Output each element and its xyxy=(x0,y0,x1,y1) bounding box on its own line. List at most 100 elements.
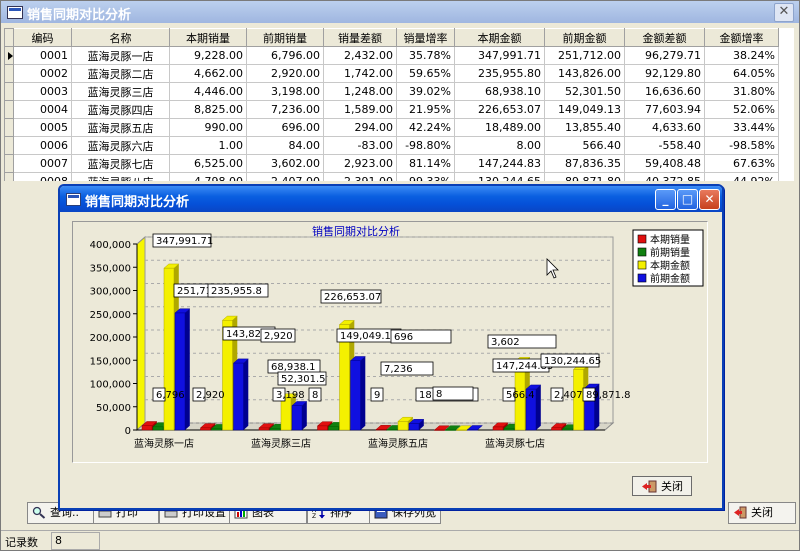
table-row[interactable]: 0008蓝海灵豚八店4,798.002,407.002,391.0099.33%… xyxy=(4,172,779,181)
table-cell[interactable]: 18,489.00 xyxy=(454,118,545,137)
bar[interactable] xyxy=(551,427,562,431)
bar[interactable] xyxy=(280,397,292,431)
table-cell[interactable]: 2,407.00 xyxy=(246,172,324,181)
minimize-button[interactable]: _ xyxy=(655,189,676,210)
table-cell[interactable]: 3,198.00 xyxy=(246,82,324,101)
table-cell[interactable]: 0001 xyxy=(13,46,72,65)
bar[interactable] xyxy=(200,427,211,431)
row-indicator[interactable] xyxy=(4,46,14,65)
column-header[interactable]: 本期销量 xyxy=(169,28,247,47)
table-cell[interactable]: 4,798.00 xyxy=(169,172,247,181)
table-cell[interactable]: 0002 xyxy=(13,64,72,83)
table-cell[interactable]: 44.92% xyxy=(704,172,779,181)
column-header[interactable]: 编码 xyxy=(13,28,72,47)
row-indicator[interactable] xyxy=(4,154,14,173)
table-cell[interactable]: 42.24% xyxy=(396,118,455,137)
table-cell[interactable]: 蓝海灵豚七店 xyxy=(71,154,170,173)
table-cell[interactable]: 2,923.00 xyxy=(323,154,397,173)
table-cell[interactable]: 蓝海灵豚四店 xyxy=(71,100,170,119)
table-cell[interactable]: 蓝海灵豚六店 xyxy=(71,136,170,155)
table-cell[interactable]: 40,372.85 xyxy=(624,172,705,181)
table-cell[interactable]: 89,871.80 xyxy=(544,172,625,181)
table-cell[interactable]: 9,228.00 xyxy=(169,46,247,65)
table-cell[interactable]: 2,432.00 xyxy=(323,46,397,65)
bar[interactable] xyxy=(386,429,398,431)
row-indicator[interactable] xyxy=(4,100,14,119)
table-cell[interactable]: 92,129.80 xyxy=(624,64,705,83)
table-cell[interactable]: 蓝海灵豚一店 xyxy=(71,46,170,65)
table-cell[interactable]: 13,855.40 xyxy=(544,118,625,137)
table-cell[interactable]: 84.00 xyxy=(246,136,324,155)
bar[interactable] xyxy=(328,426,339,431)
table-cell[interactable]: 0006 xyxy=(13,136,72,155)
row-indicator[interactable] xyxy=(4,118,14,137)
dialog-titlebar[interactable]: 销售同期对比分析 _ □ ✕ xyxy=(60,186,722,212)
main-close-bottom-button[interactable]: 关闭 xyxy=(728,502,796,524)
table-cell[interactable]: 4,662.00 xyxy=(169,64,247,83)
data-grid[interactable]: 编码 名称 本期销量 前期销量 销量差额 销量增率 本期金额 前期金额 金额差额 金额增率 000… xyxy=(4,28,794,181)
bar[interactable] xyxy=(467,429,478,431)
bar[interactable] xyxy=(492,426,504,431)
table-cell[interactable]: 143,826.00 xyxy=(544,64,625,83)
column-header[interactable]: 销量增率 xyxy=(396,28,455,47)
table-cell[interactable]: 35.78% xyxy=(396,46,455,65)
column-header[interactable]: 金额差额 xyxy=(624,28,705,47)
table-row[interactable]: 0005 蓝海灵豚五店 990.00 696.00 294.00 42.24% 18,489… xyxy=(4,118,779,137)
bar[interactable] xyxy=(317,425,328,431)
table-cell[interactable]: 3,602.00 xyxy=(246,154,324,173)
table-cell[interactable]: 21.95% xyxy=(396,100,455,119)
bar[interactable] xyxy=(397,421,409,431)
bar[interactable] xyxy=(291,405,303,431)
bar[interactable] xyxy=(233,362,244,431)
table-cell[interactable]: 0008 xyxy=(13,172,72,181)
bar[interactable] xyxy=(503,428,515,431)
table-cell[interactable]: 130,244.65 xyxy=(454,172,545,181)
table-cell[interactable]: 33.44% xyxy=(704,118,779,137)
bar[interactable] xyxy=(445,429,456,431)
bar[interactable] xyxy=(174,312,186,431)
table-cell[interactable]: 2,391.00 xyxy=(323,172,397,181)
table-cell[interactable]: 蓝海灵豚三店 xyxy=(71,82,170,101)
table-cell[interactable]: 77,603.94 xyxy=(624,100,705,119)
column-header[interactable]: 金额增率 xyxy=(704,28,779,47)
table-row[interactable]: 0002 蓝海灵豚二店 4,662.00 2,920.00 1,742.00 59.65%… xyxy=(4,64,779,83)
bar[interactable] xyxy=(269,428,281,431)
row-indicator[interactable] xyxy=(4,136,14,155)
row-indicator[interactable] xyxy=(4,82,14,101)
table-cell[interactable]: 39.02% xyxy=(396,82,455,101)
table-cell[interactable]: 81.14% xyxy=(396,154,455,173)
table-cell[interactable]: 251,712.00 xyxy=(544,46,625,65)
table-cell[interactable]: 347,991.71 xyxy=(454,46,545,65)
table-cell[interactable]: 566.40 xyxy=(544,136,625,155)
table-cell[interactable]: 147,244.83 xyxy=(454,154,545,173)
table-cell[interactable]: 4,446.00 xyxy=(169,82,247,101)
table-cell[interactable]: 2,920.00 xyxy=(246,64,324,83)
table-cell[interactable]: 1,248.00 xyxy=(323,82,397,101)
table-cell[interactable]: 6,796.00 xyxy=(246,46,324,65)
table-cell[interactable]: 蓝海灵豚八店 xyxy=(71,172,170,181)
table-cell[interactable]: 52.06% xyxy=(704,100,779,119)
table-cell[interactable]: 蓝海灵豚五店 xyxy=(71,118,170,137)
table-cell[interactable]: -558.40 xyxy=(624,136,705,155)
column-header[interactable]: 名称 xyxy=(71,28,170,47)
bar[interactable] xyxy=(350,360,361,431)
table-cell[interactable]: 38.24% xyxy=(704,46,779,65)
table-cell[interactable]: -83.00 xyxy=(323,136,397,155)
column-header[interactable]: 销量差额 xyxy=(323,28,397,47)
table-cell[interactable]: 蓝海灵豚二店 xyxy=(71,64,170,83)
table-cell[interactable]: 0004 xyxy=(13,100,72,119)
table-row[interactable]: 0006 蓝海灵豚六店 1.00 84.00 -83.00 -98.80% 8.00 566.… xyxy=(4,136,779,155)
table-cell[interactable]: 149,049.13 xyxy=(544,100,625,119)
bar[interactable] xyxy=(434,429,445,431)
table-row[interactable]: 0003 蓝海灵豚三店 4,446.00 3,198.00 1,248.00 39.02%… xyxy=(4,82,779,101)
column-header[interactable]: 本期金额 xyxy=(454,28,545,47)
table-cell[interactable]: 4,633.60 xyxy=(624,118,705,137)
table-cell[interactable]: 59.65% xyxy=(396,64,455,83)
table-cell[interactable]: 8,825.00 xyxy=(169,100,247,119)
bar[interactable] xyxy=(562,428,573,431)
table-cell[interactable]: 990.00 xyxy=(169,118,247,137)
row-indicator[interactable] xyxy=(4,172,14,181)
table-cell[interactable]: 1.00 xyxy=(169,136,247,155)
table-cell[interactable]: 59,408.48 xyxy=(624,154,705,173)
table-cell[interactable]: 226,653.07 xyxy=(454,100,545,119)
